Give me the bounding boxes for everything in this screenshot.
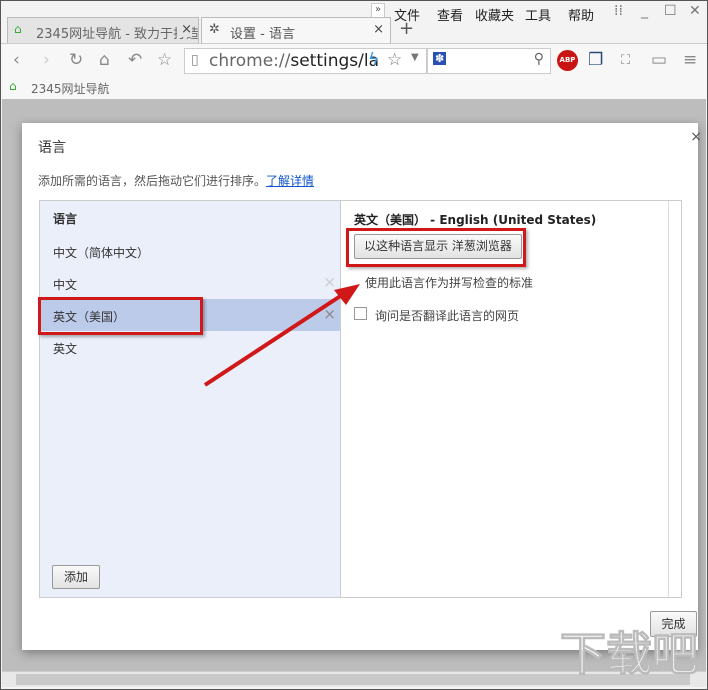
watermark-logo: 下载吧 <box>560 627 699 682</box>
annotation-arrow <box>203 284 360 387</box>
